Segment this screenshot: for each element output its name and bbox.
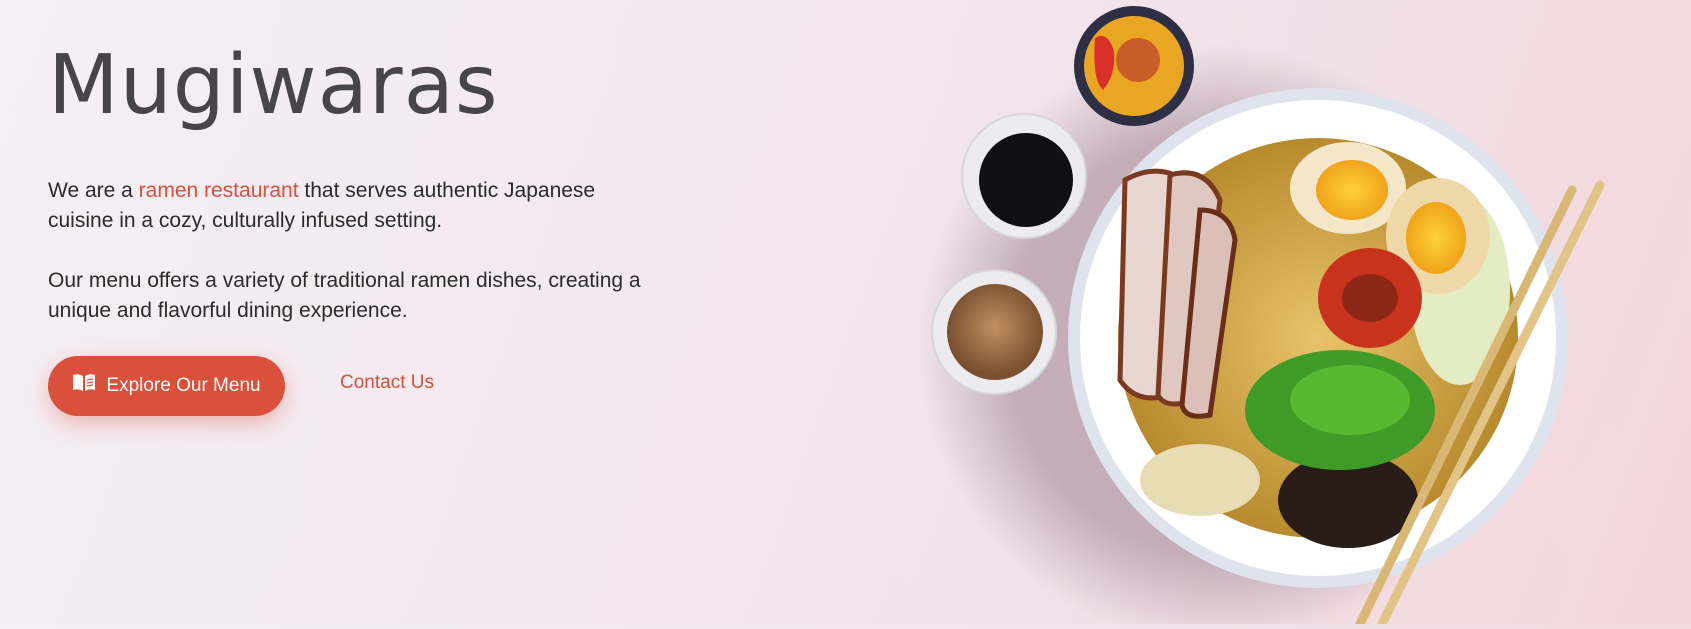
menu-description: Our menu offers a variety of traditional… (48, 269, 641, 322)
contact-us-link[interactable]: Contact Us (340, 372, 434, 394)
intro-paragraph: We are a ramen restaurant that serves au… (48, 176, 648, 236)
intro-text-start: We are a (48, 179, 139, 202)
explore-menu-button[interactable]: Explore Our Menu (48, 356, 285, 416)
open-book-icon (72, 373, 96, 399)
explore-menu-label: Explore Our Menu (106, 375, 261, 396)
ramen-bowl-image (900, 0, 1691, 629)
restaurant-title: Mugiwaras (48, 38, 499, 133)
highlight-ramen-restaurant: ramen restaurant (138, 179, 299, 202)
